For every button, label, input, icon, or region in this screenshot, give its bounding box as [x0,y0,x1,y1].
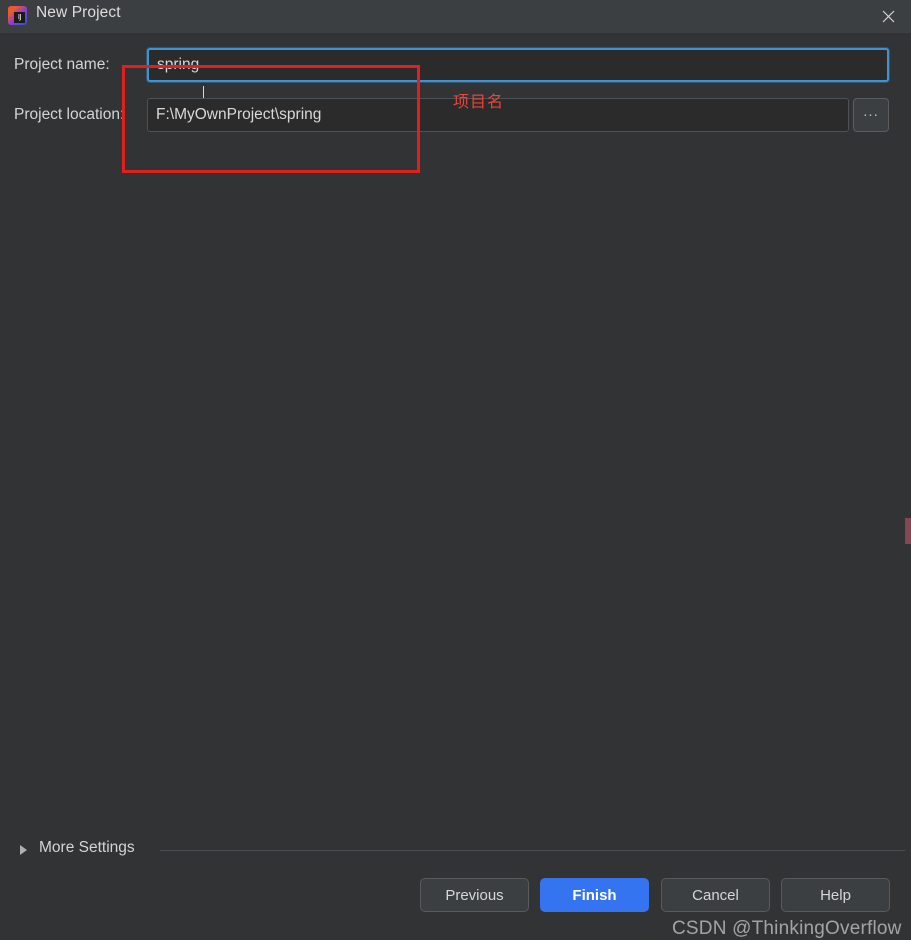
close-icon [882,10,895,23]
project-name-label: Project name: [14,56,110,73]
new-project-dialog-body: Project name: Project location: ... 项目名 … [0,33,911,939]
cancel-button[interactable]: Cancel [661,878,770,912]
more-settings-label: More Settings [39,839,135,856]
project-name-input[interactable] [147,48,889,82]
triangle-right-icon [20,845,27,855]
project-location-label: Project location: [14,106,125,123]
previous-button[interactable]: Previous [420,878,529,912]
close-window-button[interactable] [865,0,911,33]
intellij-idea-icon: IJ [8,6,27,25]
more-settings-divider [160,850,905,851]
project-location-input[interactable] [147,98,849,132]
dialog-footer: Previous Finish Cancel Help [0,878,911,925]
project-name-row: Project name: [0,48,911,82]
app-icon-badge: IJ [14,12,25,23]
browse-location-button[interactable]: ... [853,98,889,132]
window-titlebar: IJ New Project [0,0,911,33]
project-location-row: Project location: ... [0,98,911,132]
window-title: New Project [36,4,121,21]
finish-button[interactable]: Finish [540,878,649,912]
edge-artifact [905,518,911,544]
help-button[interactable]: Help [781,878,890,912]
more-settings-toggle[interactable]: More Settings [0,838,911,862]
